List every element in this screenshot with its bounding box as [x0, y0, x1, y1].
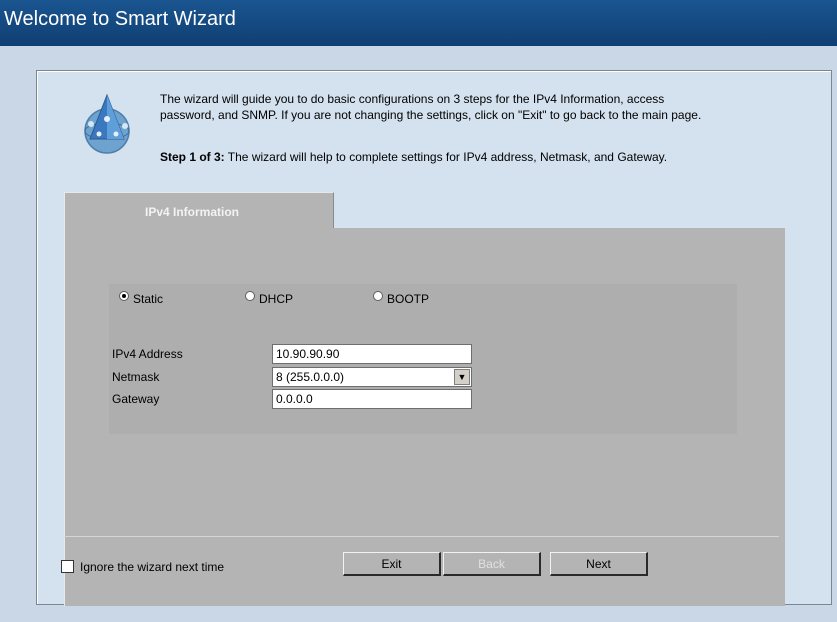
netmask-value: 8 (255.0.0.0)	[276, 370, 345, 384]
radio-bootp-dot[interactable]	[373, 291, 383, 301]
next-button[interactable]: Next	[550, 552, 648, 576]
gateway-value: 0.0.0.0	[276, 392, 313, 406]
ip-mode-radio-group: Static DHCP BOOTP	[119, 291, 719, 312]
radio-dhcp[interactable]: DHCP	[245, 291, 294, 306]
settings-area: Static DHCP BOOTP IPv4 Address 10.90.90.…	[109, 284, 737, 434]
back-button[interactable]: Back	[443, 552, 541, 576]
radio-static[interactable]: Static	[119, 291, 164, 306]
tab-panel: Static DHCP BOOTP IPv4 Address 10.90.90.…	[64, 228, 785, 606]
step-prefix: Step 1 of 3:	[160, 150, 225, 164]
wizard-frame: The wizard will guide you to do basic co…	[36, 70, 832, 606]
ipv4-address-input[interactable]: 10.90.90.90	[272, 344, 472, 364]
step-text: Step 1 of 3: The wizard will help to com…	[160, 150, 667, 164]
radio-dhcp-label: DHCP	[259, 292, 294, 306]
intro-text: The wizard will guide you to do basic co…	[160, 91, 837, 123]
ipv4-address-value: 10.90.90.90	[276, 347, 340, 361]
footer-divider	[64, 536, 779, 537]
radio-static-label: Static	[133, 292, 164, 306]
gateway-label: Gateway	[112, 392, 160, 406]
chevron-down-icon[interactable]: ▼	[454, 369, 470, 385]
header-bar: Welcome to Smart Wizard	[0, 0, 837, 46]
wizard-pyramid-globe-icon	[84, 93, 130, 154]
exit-button[interactable]: Exit	[343, 552, 441, 576]
netmask-select[interactable]: 8 (255.0.0.0) ▼	[272, 367, 472, 387]
gateway-input[interactable]: 0.0.0.0	[272, 389, 472, 409]
radio-dhcp-dot[interactable]	[245, 291, 255, 301]
step-description: The wizard will help to complete setting…	[224, 150, 668, 164]
ignore-wizard-label: Ignore the wizard next time	[80, 560, 225, 574]
ipv4-address-label: IPv4 Address	[112, 347, 183, 361]
page-title: Welcome to Smart Wizard	[4, 8, 236, 30]
radio-bootp-label: BOOTP	[387, 292, 430, 306]
intro-line-1: The wizard will guide you to do basic co…	[160, 92, 665, 106]
netmask-label: Netmask	[112, 370, 160, 384]
ignore-wizard-checkbox[interactable]	[61, 560, 74, 573]
tab-label: IPv4 Information	[145, 205, 240, 219]
radio-bootp[interactable]: BOOTP	[373, 291, 430, 306]
radio-static-dot[interactable]	[119, 291, 129, 301]
tab-ipv4-information[interactable]: IPv4 Information	[64, 192, 334, 229]
intro-line-2: password, and SNMP. If you are not chang…	[160, 108, 702, 122]
